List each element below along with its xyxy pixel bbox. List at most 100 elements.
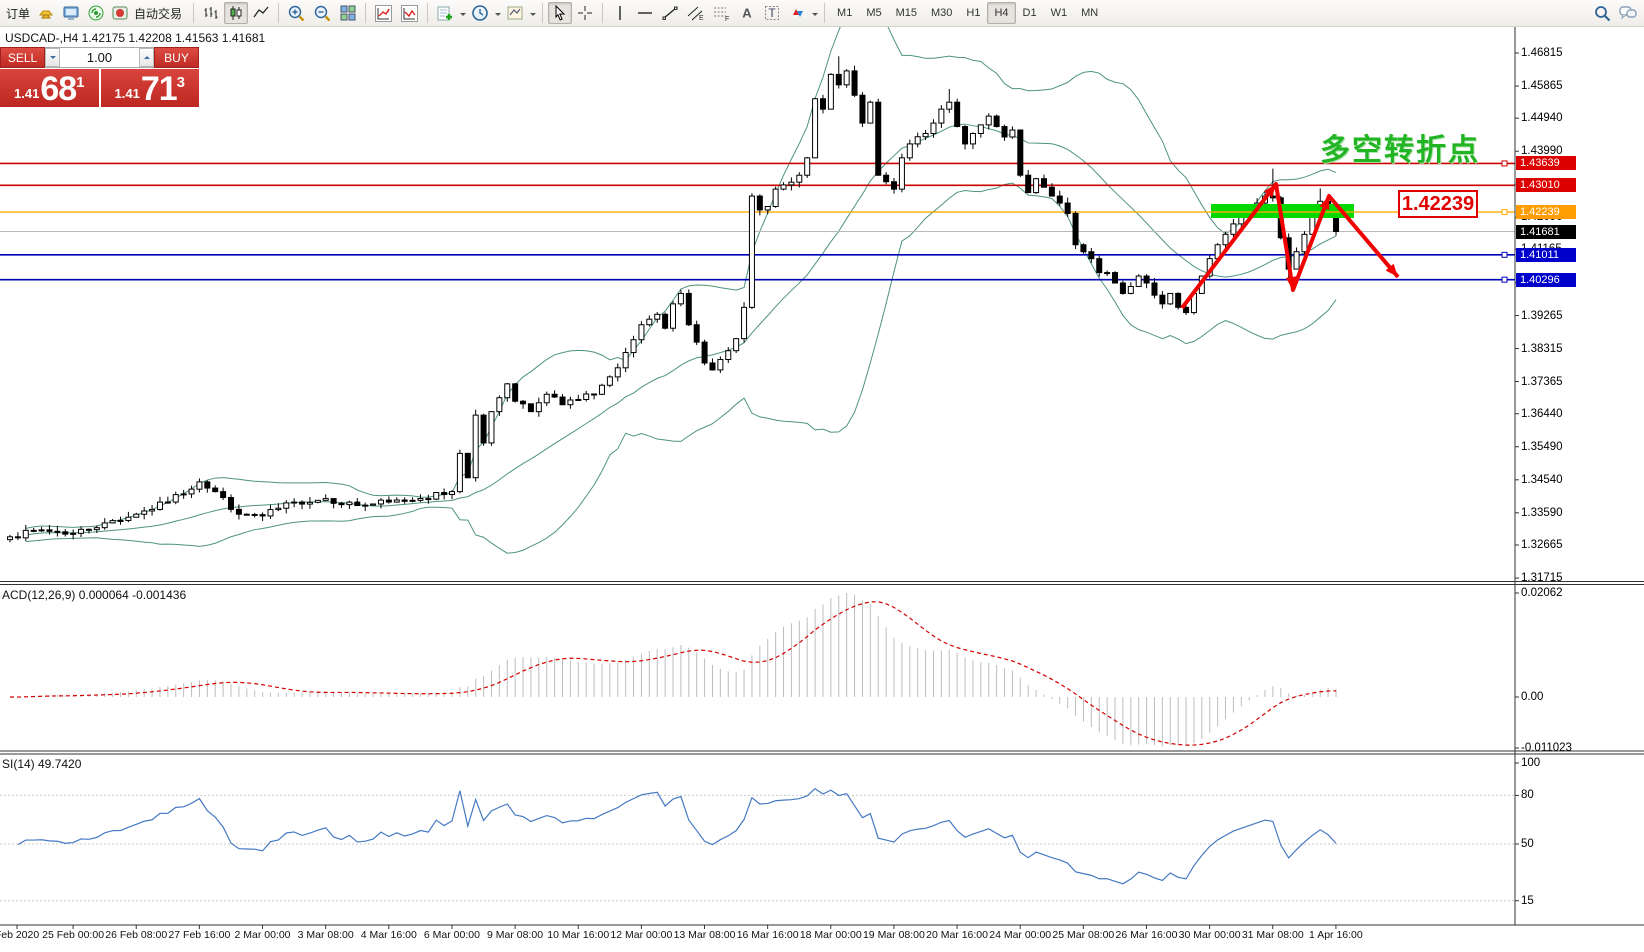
rsi-axis-tick: 15: [1521, 895, 1534, 907]
label-tool-glyph: T: [768, 6, 776, 20]
market-watch-icon[interactable]: [59, 2, 83, 24]
period-selector-icon[interactable]: [468, 2, 492, 24]
timeframe-buttons: M1M5M15M30H1H4D1W1MN: [830, 2, 1105, 24]
time-axis-label: 1 Apr 16:00: [1309, 929, 1363, 941]
horizontal-line-icon[interactable]: [633, 2, 657, 24]
fibonacci-icon[interactable]: F: [709, 2, 734, 24]
time-axis-label: 25 Mar 08:00: [1052, 929, 1114, 941]
macd-pane: [10, 593, 1336, 746]
autotrading-button[interactable]: 自动交易: [109, 2, 188, 24]
candlestick-chart-icon[interactable]: [224, 2, 248, 24]
autotrading-label: 自动交易: [131, 5, 185, 22]
time-axis-label: 4 Mar 16:00: [361, 929, 417, 941]
cursor-icon[interactable]: [548, 2, 572, 24]
chart-stage: USDCAD-,H4 1.42175 1.42208 1.41563 1.416…: [0, 0, 1644, 952]
toolbar-separator: [602, 3, 603, 23]
add-indicator-caret[interactable]: [460, 13, 466, 19]
time-axis-label: 19 Mar 08:00: [863, 929, 925, 941]
macd-axis-tick: 0.00: [1521, 691, 1543, 703]
time-axis-label: 3 Mar 08:00: [298, 929, 354, 941]
time-axis-label: 30 Mar 00:00: [1179, 929, 1241, 941]
label-icon[interactable]: T: [760, 2, 784, 24]
price-axis-tick: 1.46815: [1521, 47, 1563, 59]
toolbar-separator: [824, 3, 825, 23]
timeframe-w1[interactable]: W1: [1044, 2, 1075, 24]
buy-button[interactable]: BUY: [154, 47, 199, 68]
time-axis-label: 26 Feb 08:00: [105, 929, 167, 941]
zoom-out-icon[interactable]: [310, 2, 335, 24]
one-click-trading-panel: SELL 1.00 BUY 1.41 68 1 1.41 71 3: [0, 47, 199, 107]
timeframe-m5[interactable]: M5: [859, 2, 888, 24]
line-chart-icon[interactable]: [249, 2, 273, 24]
bar-chart-icon[interactable]: [199, 2, 223, 24]
rsi-axis-tick: 50: [1521, 838, 1534, 850]
price-axis-tick: 1.36440: [1521, 408, 1563, 420]
text-icon[interactable]: A: [735, 2, 759, 24]
gold-icon[interactable]: [34, 2, 58, 24]
template-caret[interactable]: [530, 13, 536, 19]
time-axis-label: 13 Mar 08:00: [674, 929, 736, 941]
ask-price-box[interactable]: 1.41 71 3: [101, 69, 200, 107]
macd-label: ACD(12,26,9) 0.000064 -0.001436: [2, 588, 186, 602]
price-axis-tick: 1.35490: [1521, 441, 1563, 453]
chart-annotation[interactable]: 多空转折点: [1320, 125, 1480, 169]
data-window-icon[interactable]: [397, 2, 422, 24]
template-icon[interactable]: [503, 2, 527, 24]
volume-control: 1.00: [45, 47, 154, 68]
price-axis-tick: 1.31715: [1521, 572, 1563, 584]
macd-axis-tick: -0.011023: [1521, 742, 1572, 754]
time-axis-label: 9 Mar 08:00: [487, 929, 543, 941]
price-tag-label[interactable]: 1.42239: [1398, 190, 1478, 218]
rsi-axis-tick: 100: [1521, 757, 1540, 769]
volume-increase-button[interactable]: [139, 48, 154, 67]
tile-windows-icon[interactable]: [336, 2, 360, 24]
new-order-button[interactable]: 订单: [3, 5, 33, 22]
timeframe-mn[interactable]: MN: [1074, 2, 1105, 24]
price-axis-tick: 1.34540: [1521, 474, 1563, 486]
fibo-sub: F: [725, 16, 729, 22]
vertical-line-icon[interactable]: [608, 2, 632, 24]
sell-button[interactable]: SELL: [0, 47, 45, 68]
crosshair-icon[interactable]: [573, 2, 597, 24]
time-axis-label: 18 Mar 00:00: [800, 929, 862, 941]
toolbar-separator: [542, 3, 543, 23]
trendline-icon[interactable]: [658, 2, 682, 24]
volume-decrease-button[interactable]: [45, 48, 60, 67]
bid-pipette: 1: [76, 74, 84, 91]
signal-icon[interactable]: [84, 2, 108, 24]
timeframe-h1[interactable]: H1: [959, 2, 987, 24]
indicator-list-icon[interactable]: [371, 2, 396, 24]
channel-icon[interactable]: E: [683, 2, 708, 24]
add-indicator-icon[interactable]: [433, 2, 457, 24]
zoom-in-icon[interactable]: [284, 2, 309, 24]
time-axis-label: 24 Mar 00:00: [989, 929, 1051, 941]
chat-icon[interactable]: [1615, 2, 1641, 24]
shapes-icon[interactable]: [785, 2, 809, 24]
timeframe-m30[interactable]: M30: [924, 2, 959, 24]
volume-input[interactable]: 1.00: [60, 48, 139, 67]
bid-big-digits: 68: [40, 74, 76, 105]
ask-big-digits: 71: [141, 74, 177, 105]
timeframe-d1[interactable]: D1: [1016, 2, 1044, 24]
toolbar-separator: [427, 3, 428, 23]
shapes-caret[interactable]: [812, 13, 818, 19]
time-axis-label: 27 Feb 16:00: [168, 929, 230, 941]
price-axis-tick: 1.33590: [1521, 507, 1563, 519]
time-axis-label: 25 Feb 00:00: [42, 929, 104, 941]
time-axis-label: 16 Mar 16:00: [737, 929, 799, 941]
ask-prefix: 1.41: [115, 86, 140, 101]
timeframe-h4[interactable]: H4: [987, 2, 1015, 24]
ask-pipette: 3: [177, 74, 185, 91]
chart-title: USDCAD-,H4 1.42175 1.42208 1.41563 1.416…: [5, 31, 265, 45]
price-axis-badge: 1.43639: [1516, 156, 1576, 170]
toolbar-separator: [193, 3, 194, 23]
price-axis-tick: 1.32665: [1521, 539, 1563, 551]
rsi-axis-tick: 80: [1521, 789, 1534, 801]
price-axis-tick: 1.45865: [1521, 80, 1563, 92]
bid-price-box[interactable]: 1.41 68 1: [0, 69, 99, 107]
price-axis-tick: 1.43990: [1521, 145, 1563, 157]
timeframe-m1[interactable]: M1: [830, 2, 859, 24]
search-icon[interactable]: [1590, 2, 1615, 24]
period-selector-caret[interactable]: [495, 13, 501, 19]
timeframe-m15[interactable]: M15: [889, 2, 924, 24]
